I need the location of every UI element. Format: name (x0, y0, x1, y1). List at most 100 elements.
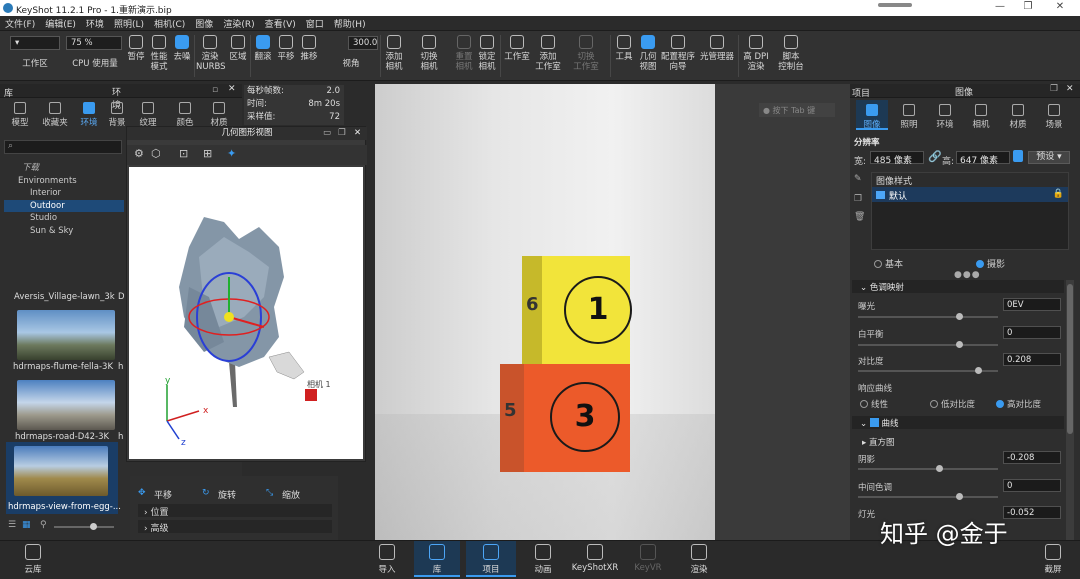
shadows-input[interactable]: -0.208 (1003, 451, 1061, 464)
tree-interior[interactable]: Interior (4, 187, 124, 200)
keyshotxr-button[interactable]: KeyShotXR (570, 544, 620, 573)
library-button[interactable]: 库 (414, 541, 460, 577)
midtones-knob[interactable] (956, 493, 963, 500)
studio-button[interactable]: 工作室 (503, 35, 531, 62)
panel-scrollbar[interactable] (1066, 280, 1074, 540)
menu-render[interactable]: 渲染(R) (218, 16, 259, 30)
minimize-button[interactable]: — (985, 1, 1015, 12)
tab-environment[interactable]: 环境 (931, 104, 959, 130)
pan-button[interactable]: 平移 (276, 35, 296, 62)
tab-backplates[interactable]: 背景 (107, 102, 127, 128)
tree-studio[interactable]: Studio (4, 212, 124, 225)
library-search-input[interactable]: ⌕ (4, 140, 122, 154)
project-button[interactable]: 项目 (466, 541, 516, 577)
float-icon[interactable]: ▫ (212, 85, 218, 95)
gizmo-center[interactable] (224, 312, 234, 322)
width-input[interactable]: 485 像素 (870, 151, 924, 166)
camera-view-icon[interactable]: ⊡ (179, 147, 188, 160)
tab-image[interactable]: 图像 (858, 104, 886, 130)
tab-lighting[interactable]: 照明 (895, 104, 923, 130)
geo-min-icon[interactable]: ▭ (323, 127, 331, 140)
style-edit-icon[interactable]: ✎ (854, 174, 862, 184)
camera-1-marker[interactable] (305, 389, 317, 401)
screenshot-button[interactable]: 截屏 (1038, 544, 1068, 575)
curve-low-radio[interactable] (930, 400, 938, 408)
switch-studio-button[interactable]: 切换 工作室 (569, 35, 603, 72)
panel-float-icon[interactable]: ❐ (1050, 84, 1058, 94)
mode-photographic[interactable]: 摄影 (976, 257, 1005, 270)
render-viewport[interactable]: 1 6 3 5 (375, 84, 715, 540)
tab-material[interactable]: 材质 (1004, 104, 1032, 130)
script-console-button[interactable]: 脚本 控制台 (775, 35, 807, 72)
settings-gear-icon[interactable]: ⚙ (134, 147, 144, 160)
env-thumbnail-road[interactable] (17, 380, 115, 430)
cpu-usage-select[interactable]: 75 % (66, 36, 122, 50)
menu-edit[interactable]: 编辑(E) (40, 16, 81, 30)
shadows-knob[interactable] (936, 465, 943, 472)
midtones-input[interactable]: 0 (1003, 479, 1061, 492)
tab-materials[interactable]: 材质 (208, 102, 230, 128)
shadows-slider[interactable] (858, 465, 998, 472)
exposure-slider[interactable] (858, 313, 998, 320)
exposure-knob[interactable] (956, 313, 963, 320)
contrast-slider[interactable] (858, 367, 998, 374)
env-thumbnail-flume[interactable] (17, 310, 115, 360)
keyvr-button[interactable]: KeyVR (630, 544, 666, 573)
scale-mode[interactable]: 缩放 (282, 488, 300, 501)
advanced-section[interactable]: › 高级 (138, 520, 332, 534)
tab-textures[interactable]: 纹理 (138, 102, 158, 128)
midtones-slider[interactable] (858, 493, 998, 500)
menu-window[interactable]: 窗口 (301, 16, 329, 30)
add-camera-button[interactable]: 添加 相机 (383, 35, 405, 72)
menu-view[interactable]: 查看(V) (260, 16, 301, 30)
tab-models[interactable]: 模型 (6, 102, 34, 128)
geometry-view-canvas[interactable]: 相机 1 y x z (129, 167, 363, 459)
style-duplicate-icon[interactable]: ❐ (854, 194, 862, 204)
tab-scene[interactable]: 场景 (1040, 104, 1068, 130)
env-thumbnail-egg[interactable] (14, 446, 108, 496)
reset-camera-button[interactable]: 重置 相机 (453, 35, 475, 72)
grid-view-icon[interactable]: ▦ (22, 520, 31, 530)
thumbnail-size-knob[interactable] (90, 523, 97, 530)
gizmo-icon[interactable]: ✦ (227, 147, 236, 160)
image-style-default[interactable]: 默认 🔒 (872, 187, 1068, 202)
cloud-library-button[interactable]: 云库 (18, 544, 48, 575)
thumbnail-size-slider[interactable] (54, 523, 114, 530)
geometry-view-button[interactable]: 几何 视图 (637, 35, 659, 72)
curves-checkbox[interactable] (869, 418, 879, 427)
white-balance-input[interactable]: 0 (1003, 326, 1061, 339)
animation-button[interactable]: 动画 (528, 544, 558, 575)
menu-environment[interactable]: 环境 (81, 16, 109, 30)
tree-sun-sky[interactable]: Sun & Sky (4, 225, 124, 238)
curve-high-contrast[interactable]: 高对比度 (996, 398, 1080, 410)
performance-mode-button[interactable]: 性能 模式 (148, 35, 170, 72)
list-view-icon[interactable]: ☰ (8, 520, 16, 530)
maximize-button[interactable]: ❐ (1013, 1, 1043, 12)
menu-help[interactable]: 帮助(H) (329, 16, 371, 30)
dolly-button[interactable]: 推移 (298, 35, 320, 62)
basic-radio[interactable] (874, 260, 882, 268)
contrast-knob[interactable] (975, 367, 982, 374)
tree-outdoor[interactable]: Outdoor (4, 199, 124, 212)
tone-mapping-section[interactable]: ⌄ 色调映射 (852, 280, 1064, 293)
import-button[interactable]: 导入 (372, 544, 402, 575)
menu-camera[interactable]: 相机(C) (149, 16, 190, 30)
preset-dropdown[interactable]: 预设 ▾ (1028, 151, 1070, 164)
photographic-radio[interactable] (976, 260, 984, 268)
workspace-select[interactable]: ▾ (10, 36, 60, 50)
white-balance-knob[interactable] (956, 341, 963, 348)
tumble-button[interactable]: 翻滚 (253, 35, 273, 62)
geo-float-icon[interactable]: ❐ (338, 127, 346, 140)
lock-icon[interactable] (1013, 150, 1023, 162)
tab-environments[interactable]: 环境 (76, 102, 102, 128)
panel-close-icon[interactable]: ✕ (1066, 84, 1074, 94)
menu-lighting[interactable]: 照明(L) (109, 16, 149, 30)
histogram-toggle[interactable]: ▸ 直方图 (862, 436, 1072, 448)
white-balance-slider[interactable] (858, 341, 998, 348)
tree-environments[interactable]: Environments (4, 175, 124, 188)
denoise-button[interactable]: 去噪 (172, 35, 192, 62)
link-icon[interactable]: 🔗 (928, 150, 942, 163)
menu-image[interactable]: 图像 (190, 16, 218, 30)
switch-camera-button[interactable]: 切换 相机 (418, 35, 440, 72)
move-mode[interactable]: 平移 (154, 488, 172, 501)
